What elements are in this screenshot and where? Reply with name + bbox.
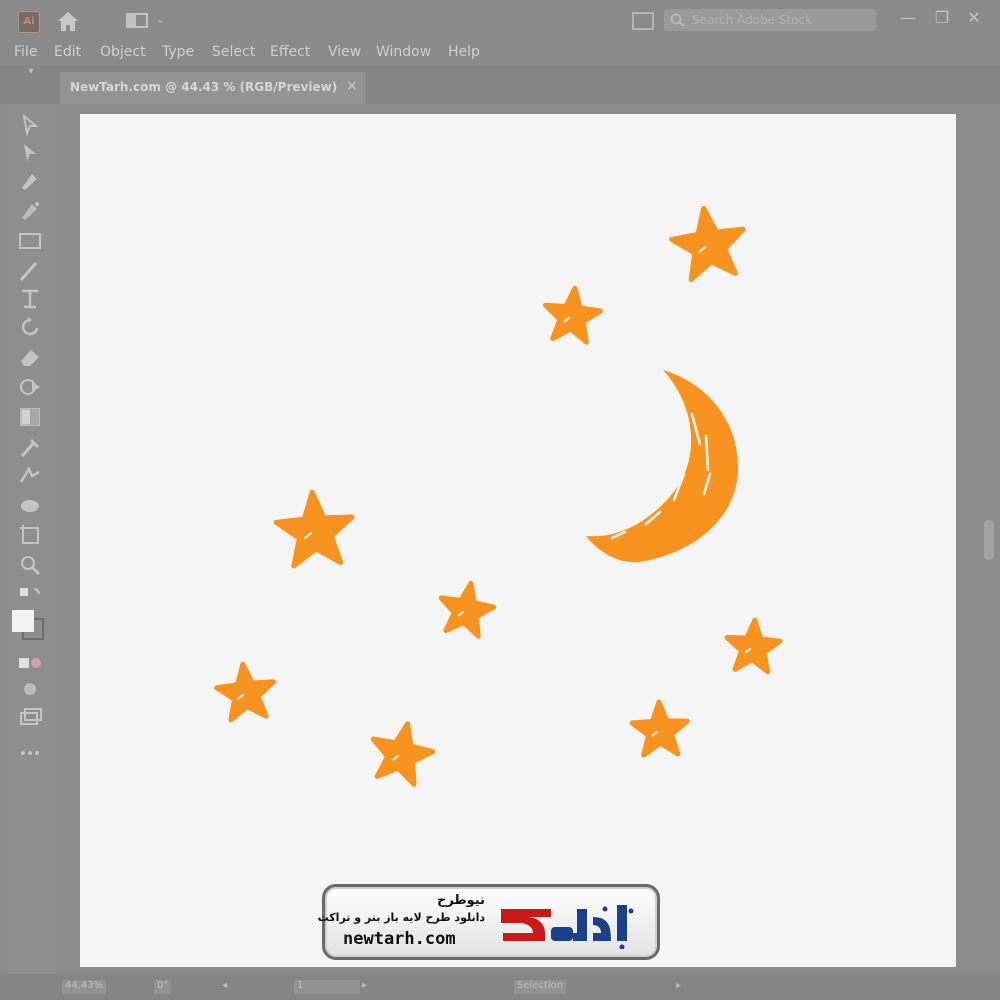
status-play-icon[interactable]: ▸ (676, 980, 681, 991)
arrange-documents-icon[interactable] (632, 12, 654, 30)
star-2[interactable] (543, 285, 603, 345)
menu-edit[interactable]: Edit (54, 44, 81, 60)
menu-select[interactable]: Select (212, 44, 255, 60)
rotation-angle[interactable]: 0° (154, 980, 172, 994)
tools-panel (8, 104, 56, 974)
artboard[interactable] (80, 114, 956, 967)
title-bar: Ai ⌄ — ❐ ✕ (0, 0, 1000, 40)
star-3[interactable] (273, 489, 355, 569)
star-5[interactable] (724, 617, 783, 675)
watermark-domain: newtarh.com (343, 929, 456, 949)
more-tools-icon[interactable] (18, 742, 42, 764)
status-bar: 44.43% 0° ◂ 1 ▸ Selection ▸ (0, 974, 1000, 1000)
watermark-logo (501, 905, 634, 949)
document-tab-bar: ▾ NewTarh.com @ 44.43 % (RGB/Preview) × (0, 66, 1000, 104)
current-tool: Selection (514, 980, 567, 994)
curvature-icon[interactable] (18, 200, 42, 222)
rotate-icon[interactable] (18, 316, 42, 338)
screen-mode-icon[interactable] (18, 706, 42, 728)
app-logo: Ai (18, 11, 40, 33)
star-1[interactable] (669, 205, 746, 283)
watermark-tagline: دانلود طرح لایه باز بنر و تراکت (317, 911, 485, 924)
menu-view[interactable]: View (328, 44, 361, 60)
minimize-button[interactable]: — (894, 6, 922, 30)
artwork (214, 205, 783, 787)
star-4[interactable] (438, 580, 497, 639)
star-8[interactable] (629, 699, 690, 758)
menu-bar: File Edit Object Type Select Effect View… (0, 40, 1000, 66)
scrollbar-thumb[interactable] (984, 520, 994, 560)
type-icon[interactable] (18, 288, 42, 310)
workspace-switcher-icon[interactable] (126, 13, 148, 28)
menu-help[interactable]: Help (448, 44, 480, 60)
artboard-prev-icon[interactable]: ◂ (222, 980, 227, 991)
artboard-number[interactable]: 1 (294, 980, 360, 994)
document-tab-title: NewTarh.com @ 44.43 % (RGB/Preview) (70, 80, 338, 94)
search-field[interactable] (664, 9, 876, 31)
close-tab-icon[interactable]: × (346, 78, 358, 94)
artboard-icon[interactable] (18, 524, 42, 546)
chevron-down-icon[interactable]: ⌄ (156, 13, 165, 26)
color-mode-icon[interactable] (18, 652, 42, 674)
star-6[interactable] (214, 661, 276, 723)
pen-icon[interactable] (18, 170, 42, 192)
direct-selection-icon[interactable] (18, 142, 42, 164)
search-icon (670, 13, 685, 27)
eraser-icon[interactable] (18, 346, 42, 368)
menu-type[interactable]: Type (162, 44, 194, 60)
selection-icon[interactable] (18, 113, 42, 137)
collapse-toolbar-icon[interactable]: ▾ (6, 66, 56, 80)
crescent-moon[interactable] (586, 370, 739, 563)
restore-button[interactable]: ❐ (928, 6, 956, 30)
watermark-badge: نیوطرح دانلود طرح لایه باز بنر و تراکت n… (318, 884, 660, 960)
close-button[interactable]: ✕ (960, 6, 988, 30)
menu-object[interactable]: Object (100, 44, 146, 60)
gradient-icon[interactable] (18, 406, 42, 428)
blend-icon[interactable] (18, 464, 42, 486)
search-input[interactable] (692, 11, 868, 29)
menu-file[interactable]: File (14, 44, 37, 60)
eyedropper-icon[interactable] (18, 436, 42, 458)
menu-window[interactable]: Window (376, 44, 431, 60)
watermark-name: نیوطرح (436, 893, 485, 908)
rectangle-icon[interactable] (18, 230, 42, 252)
fill-color-swatch[interactable] (12, 610, 34, 632)
document-tab[interactable]: NewTarh.com @ 44.43 % (RGB/Preview) × (60, 72, 366, 104)
swap-colors-icon[interactable] (18, 586, 42, 608)
home-icon[interactable] (56, 10, 80, 32)
shape-builder-icon[interactable] (18, 376, 42, 398)
brush-icon[interactable] (18, 260, 42, 282)
symbol-sprayer-icon[interactable] (18, 494, 42, 516)
menu-effect[interactable]: Effect (270, 44, 310, 60)
star-7[interactable] (370, 721, 436, 787)
draw-mode-icon[interactable] (18, 678, 42, 700)
zoom-icon[interactable] (18, 554, 42, 576)
zoom-level[interactable]: 44.43% (62, 980, 107, 994)
artboard-next-icon[interactable]: ▸ (362, 980, 367, 991)
